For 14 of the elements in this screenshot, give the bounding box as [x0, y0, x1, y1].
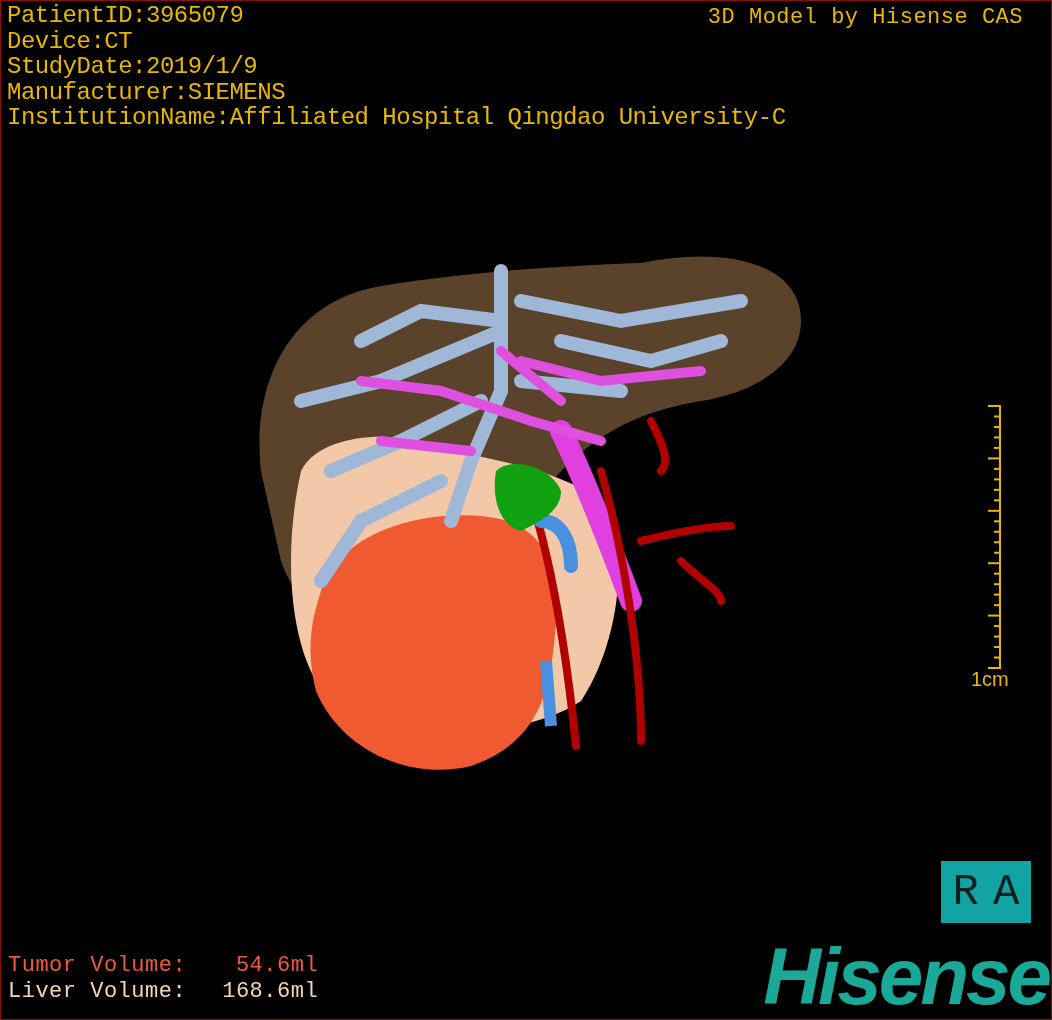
brand-logo: Hisense — [763, 937, 1049, 1017]
volume-value: 54.6ml — [234, 953, 319, 979]
scale-label: 1cm — [971, 667, 1009, 691]
info-text: Manufacturer:SIEMENS — [7, 79, 286, 105]
scale-bar-icon — [987, 405, 1002, 670]
volume-label: Liver Volume: — [8, 979, 187, 1005]
orientation-badge: RA — [941, 861, 1031, 923]
info-text: PatientID:3965079 — [7, 3, 244, 29]
info-text: StudyDate:2019/1/9 — [7, 54, 258, 80]
info-text: InstitutionName:Affiliated Hospital Qingdao University-C — [7, 105, 786, 131]
credit-text: 3D Model by Hisense CAS — [707, 4, 1023, 32]
volume-value: 168.6ml — [221, 979, 319, 1005]
info-text: Device:CT — [7, 28, 133, 54]
volume-label: Tumor Volume: — [8, 953, 187, 979]
